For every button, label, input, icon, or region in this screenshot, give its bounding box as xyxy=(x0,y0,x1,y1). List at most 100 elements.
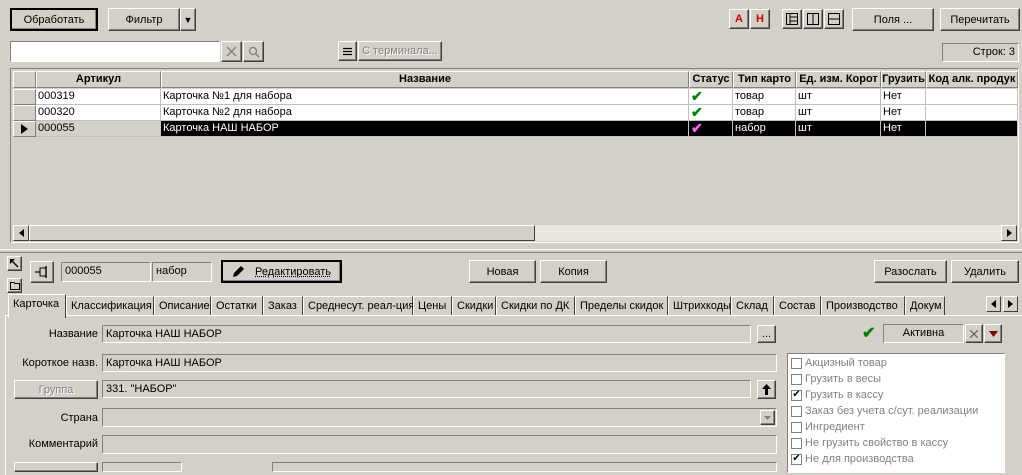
country-dropdown-button[interactable] xyxy=(760,410,775,425)
name-ellipsis-button[interactable]: ... xyxy=(757,325,776,343)
recalc-button[interactable]: Перечитать xyxy=(940,8,1020,31)
from-terminal-button[interactable]: С терминала... xyxy=(358,41,442,61)
send-button[interactable]: Разослать xyxy=(874,260,947,283)
collapse-arrow-button[interactable] xyxy=(7,256,22,271)
group-field[interactable]: 331. "НАБОР" xyxy=(102,380,751,398)
layout-columns-button[interactable] xyxy=(803,9,823,29)
flag-item[interactable]: ✔ Грузить в кассу xyxy=(791,387,883,403)
fields-button[interactable]: Поля ... xyxy=(852,8,934,31)
cell-type[interactable]: набор xyxy=(733,121,796,137)
flag-item[interactable]: Не грузить свойство в кассу xyxy=(791,435,948,451)
flag-item[interactable]: Грузить в весы xyxy=(791,371,881,387)
tab-9[interactable]: Пределы скидок xyxy=(575,296,668,316)
checkbox-checked-icon[interactable]: ✔ xyxy=(791,390,802,401)
row-indicator[interactable] xyxy=(13,89,36,105)
horizontal-scrollbar[interactable] xyxy=(13,225,1017,241)
checkbox-icon[interactable] xyxy=(791,438,802,449)
tab-6[interactable]: Цены xyxy=(413,296,452,316)
cell-type[interactable]: товар xyxy=(733,105,796,121)
cell-name[interactable]: Карточка №1 для набора xyxy=(161,89,689,105)
grid-header-alc[interactable]: Код алк. продук xyxy=(926,71,1018,88)
cell-status[interactable]: ✔ xyxy=(689,121,733,137)
tab-3[interactable]: Остатки xyxy=(211,296,263,316)
tab-7[interactable]: Скидки xyxy=(452,296,496,316)
layout-rows-button[interactable] xyxy=(824,9,844,29)
cell-alc[interactable] xyxy=(926,121,1018,137)
cell-unit[interactable]: шт xyxy=(796,89,881,105)
status-dropdown-button[interactable] xyxy=(984,324,1002,343)
clear-search-button[interactable] xyxy=(221,41,242,62)
delete-button[interactable]: Удалить xyxy=(951,260,1019,283)
tab-1[interactable]: Классификация xyxy=(66,296,154,316)
tab-2[interactable]: Описание xyxy=(154,296,211,316)
row-indicator[interactable] xyxy=(13,121,36,137)
cell-load[interactable]: Нет xyxy=(881,105,926,121)
checkbox-icon[interactable] xyxy=(791,422,802,433)
country-select[interactable] xyxy=(102,408,777,427)
scroll-thumb[interactable] xyxy=(29,225,535,241)
new-button[interactable]: Новая xyxy=(469,260,536,283)
tab-5[interactable]: Среднесут. реал-ция xyxy=(303,296,413,316)
tabs-scroll-right[interactable] xyxy=(1003,296,1018,312)
cell-status[interactable]: ✔ xyxy=(689,89,733,105)
cell-load[interactable]: Нет xyxy=(881,121,926,137)
cell-type[interactable]: товар xyxy=(733,89,796,105)
cell-name[interactable]: Карточка НАШ НАБОР xyxy=(161,121,689,137)
grid-header-load[interactable]: Грузить xyxy=(881,71,926,88)
short-name-field[interactable]: Карточка НАШ НАБОР xyxy=(102,354,777,372)
tabs-scroll-left[interactable] xyxy=(986,296,1001,312)
comment-field[interactable] xyxy=(102,435,777,454)
tab-13[interactable]: Производство xyxy=(821,296,905,316)
cell-load[interactable]: Нет xyxy=(881,89,926,105)
checkbox-checked-icon[interactable]: ✔ xyxy=(791,454,802,465)
bottom-button-partial[interactable] xyxy=(14,462,98,472)
cell-article[interactable]: 000319 xyxy=(36,89,161,105)
tab-8[interactable]: Скидки по ДК xyxy=(496,296,575,316)
search-input[interactable] xyxy=(10,41,220,62)
cell-name[interactable]: Карточка №2 для набора xyxy=(161,105,689,121)
tab-12[interactable]: Состав xyxy=(774,296,821,316)
red-n-button[interactable]: Н xyxy=(750,9,770,29)
cell-article[interactable]: 000055 xyxy=(36,121,161,137)
group-button[interactable]: Группа xyxy=(14,380,98,399)
cell-alc[interactable] xyxy=(926,89,1018,105)
name-field[interactable]: Карточка НАШ НАБОР xyxy=(102,325,751,343)
cell-alc[interactable] xyxy=(926,105,1018,121)
flag-item[interactable]: Акцизный товар xyxy=(791,355,887,371)
cell-article[interactable]: 000320 xyxy=(36,105,161,121)
grid-header-name[interactable]: Название xyxy=(161,71,689,88)
grid-header-type[interactable]: Тип карто xyxy=(733,71,796,88)
bottom-field-partial-2[interactable] xyxy=(272,462,777,472)
layout-left-button[interactable] xyxy=(782,9,802,29)
status-clear-button[interactable] xyxy=(965,324,983,343)
grid-header-article[interactable]: Артикул xyxy=(36,71,161,88)
cell-unit[interactable]: шт xyxy=(796,121,881,137)
row-indicator[interactable] xyxy=(13,105,36,121)
scroll-left-button[interactable] xyxy=(13,225,29,241)
filter-dropdown-button[interactable]: ▼ xyxy=(180,8,196,31)
tab-10[interactable]: Штрихкоды xyxy=(668,296,731,316)
filter-button[interactable]: Фильтр xyxy=(108,8,180,31)
red-a-button[interactable]: А xyxy=(729,9,749,29)
bottom-field-partial-1[interactable] xyxy=(102,462,182,472)
splitter[interactable] xyxy=(0,249,1022,253)
checkbox-icon[interactable] xyxy=(791,358,802,369)
tab-0[interactable]: Карточка xyxy=(8,294,66,318)
cell-unit[interactable]: шт xyxy=(796,105,881,121)
folder-button[interactable] xyxy=(7,278,22,293)
search-button[interactable] xyxy=(243,41,264,62)
tab-14[interactable]: Докум xyxy=(905,296,945,316)
pin-button[interactable] xyxy=(30,261,54,283)
terminal-menu-button[interactable] xyxy=(338,41,357,61)
edit-button[interactable]: Редактировать xyxy=(221,260,342,283)
process-button[interactable]: Обработать xyxy=(10,8,98,31)
group-up-button[interactable] xyxy=(757,380,776,399)
flag-item[interactable]: ✔ Не для производства xyxy=(791,451,914,467)
copy-button[interactable]: Копия xyxy=(540,260,607,283)
cards-grid[interactable]: Артикул Название Статус Тип карто Ед. из… xyxy=(10,68,1019,243)
cell-status[interactable]: ✔ xyxy=(689,105,733,121)
checkbox-icon[interactable] xyxy=(791,406,802,417)
grid-header-unit[interactable]: Ед. изм. Корот xyxy=(796,71,881,88)
tab-11[interactable]: Склад xyxy=(731,296,774,316)
checkbox-icon[interactable] xyxy=(791,374,802,385)
